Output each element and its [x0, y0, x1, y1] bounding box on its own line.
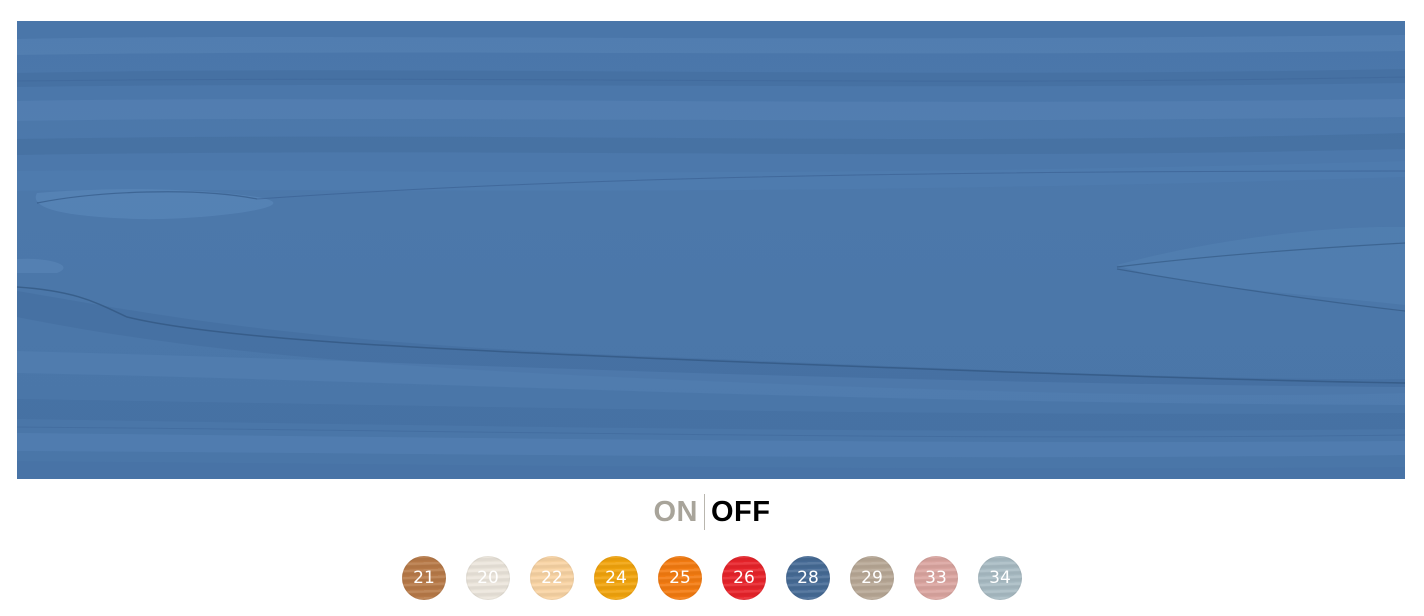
swatch-label: 28 — [797, 568, 819, 588]
color-swatch[interactable]: 28 — [786, 556, 830, 600]
wood-texture-preview — [17, 21, 1405, 479]
color-swatch[interactable]: 21 — [402, 556, 446, 600]
swatch-label: 21 — [413, 568, 435, 588]
wood-grain-pattern — [17, 35, 1405, 479]
swatch-label: 33 — [925, 568, 947, 588]
color-swatch[interactable]: 26 — [722, 556, 766, 600]
color-swatch[interactable]: 33 — [914, 556, 958, 600]
product-page: ON OFF 21 20 22 24 25 26 28 29 33 34 — [0, 0, 1424, 616]
swatch-label: 26 — [733, 568, 755, 588]
color-swatch[interactable]: 25 — [658, 556, 702, 600]
color-swatch[interactable]: 34 — [978, 556, 1022, 600]
swatch-label: 34 — [989, 568, 1011, 588]
swatch-label: 20 — [477, 568, 499, 588]
swatch-label: 29 — [861, 568, 883, 588]
swatch-label: 25 — [669, 568, 691, 588]
color-swatch-list: 21 20 22 24 25 26 28 29 33 34 — [0, 556, 1424, 602]
color-swatch[interactable]: 29 — [850, 556, 894, 600]
swatch-label: 24 — [605, 568, 627, 588]
color-swatch[interactable]: 24 — [594, 556, 638, 600]
swatch-label: 22 — [541, 568, 563, 588]
color-swatch[interactable]: 20 — [466, 556, 510, 600]
toggle-off-option[interactable]: OFF — [705, 494, 771, 530]
toggle-on-option[interactable]: ON — [654, 494, 705, 530]
on-off-toggle: ON OFF — [0, 494, 1424, 530]
color-swatch[interactable]: 22 — [530, 556, 574, 600]
